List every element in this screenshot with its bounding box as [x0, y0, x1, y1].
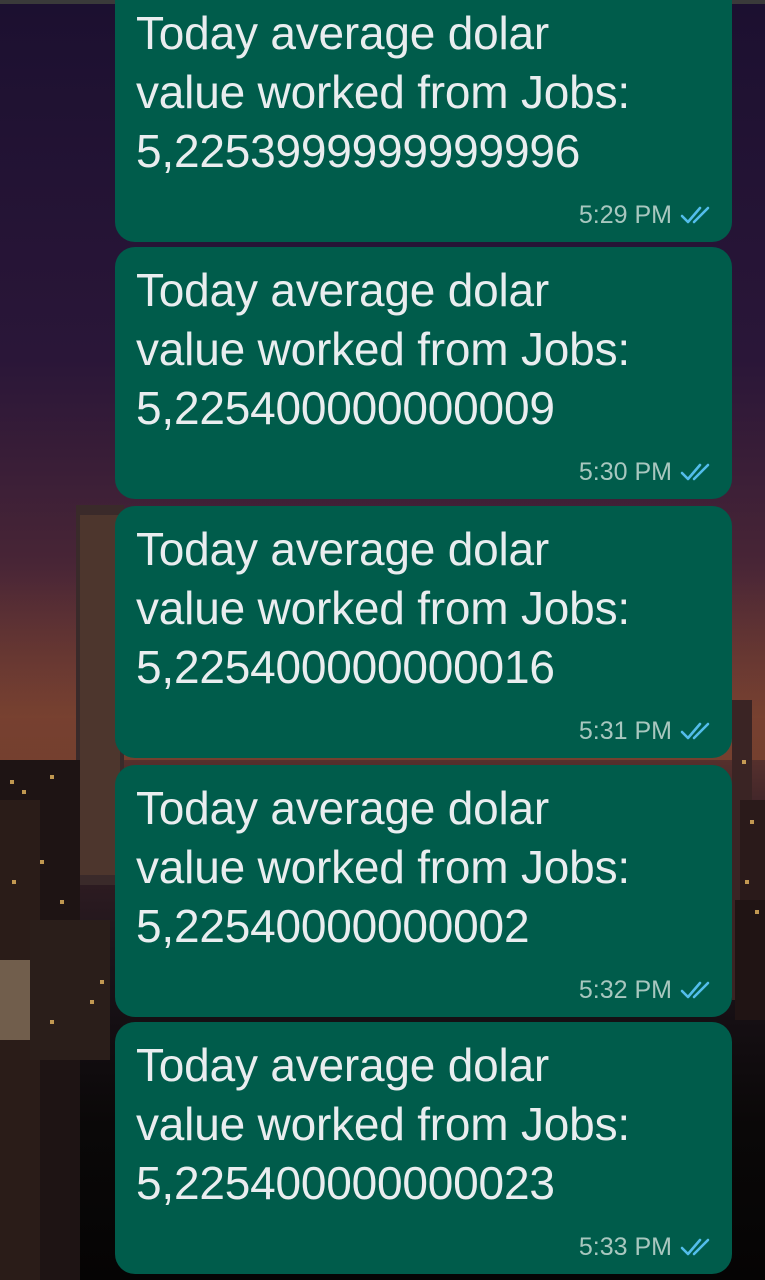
message-meta: 5:30 PM — [579, 455, 714, 489]
message-meta: 5:32 PM — [579, 973, 714, 1007]
message-time: 5:29 PM — [578, 201, 672, 229]
double-check-read-icon — [680, 722, 710, 740]
double-check-read-icon — [680, 1238, 710, 1256]
message-text: Today average dolar value worked from Jo… — [136, 523, 630, 693]
message-time: 5:31 PM — [578, 717, 672, 745]
message-bubble-1[interactable]: Today average dolar value worked from Jo… — [115, 0, 732, 242]
message-text: Today average dolar value worked from Jo… — [136, 7, 630, 177]
message-text: Today average dolar value worked from Jo… — [136, 782, 630, 952]
message-bubble-4[interactable]: Today average dolar value worked from Jo… — [115, 765, 732, 1017]
double-check-read-icon — [680, 463, 710, 481]
message-time: 5:33 PM — [578, 1233, 672, 1261]
message-text: Today average dolar value worked from Jo… — [136, 1039, 630, 1209]
message-meta: 5:33 PM — [579, 1230, 714, 1264]
message-time: 5:32 PM — [578, 976, 672, 1004]
message-text: Today average dolar value worked from Jo… — [136, 264, 630, 434]
message-bubble-5[interactable]: Today average dolar value worked from Jo… — [115, 1022, 732, 1274]
message-bubble-2[interactable]: Today average dolar value worked from Jo… — [115, 247, 732, 499]
double-check-read-icon — [680, 981, 710, 999]
message-list[interactable]: Today average dolar value worked from Jo… — [0, 0, 765, 1280]
message-time: 5:30 PM — [578, 458, 672, 486]
message-meta: 5:31 PM — [579, 714, 714, 748]
message-bubble-3[interactable]: Today average dolar value worked from Jo… — [115, 506, 732, 758]
message-meta: 5:29 PM — [579, 198, 714, 232]
double-check-read-icon — [680, 206, 710, 224]
